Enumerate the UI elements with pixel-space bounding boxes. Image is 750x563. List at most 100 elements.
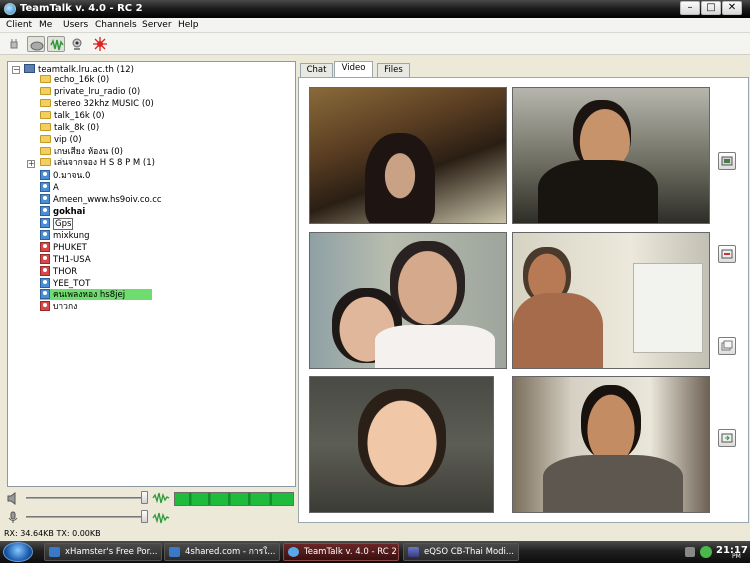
user-item[interactable]: 0.มาจน.0 [40,170,90,181]
user-icon [40,194,50,204]
video-window-icon [721,156,733,166]
channel-item[interactable]: stereo 32khz MUSIC (0) [40,99,154,110]
network-tray-icon[interactable] [700,546,712,558]
user-icon [40,230,50,240]
folder-icon [40,111,51,119]
webcam-icon [72,38,82,50]
video-participant-body [543,455,683,512]
detach-video-button[interactable] [718,337,736,355]
video-participant [365,133,435,223]
channel-item[interactable]: talk_16k (0) [40,111,105,122]
tab-files[interactable]: Files [377,63,410,77]
taskbar-item-eqso[interactable]: eQSO CB-Thai Modi... [403,543,519,561]
menu-users[interactable]: Users [63,20,88,30]
collapse-root-toggle[interactable]: − [12,66,20,74]
voice-activation-button[interactable] [47,36,65,52]
user-item-talking[interactable]: คนเพลงหอง hs8jej [40,289,152,300]
speakers-button[interactable] [27,36,45,52]
channel-tree[interactable]: − teamtalk.lru.ac.th (12) echo_16k (0) p… [7,61,296,487]
channel-item[interactable]: เกษเสียง ห้องน (0) [40,147,123,158]
user-item[interactable]: Gps [40,218,74,230]
folder-icon [40,147,51,155]
video-participant-body [538,160,658,223]
video-feed[interactable] [309,87,507,224]
browser-icon [49,547,60,557]
channel-item[interactable]: echo_16k (0) [40,75,109,86]
detach-window-icon [721,340,733,351]
close-button[interactable]: ✕ [722,1,742,15]
tab-video[interactable]: Video [334,61,373,78]
folder-icon [40,75,51,83]
video-layout-button[interactable] [718,152,736,170]
speaker-icon [30,41,44,51]
menu-channels[interactable]: Channels [95,20,137,30]
taskbar-item-teamtalk[interactable]: TeamTalk v. 4.0 - RC 2 [283,543,399,561]
video-feed[interactable] [309,232,507,369]
user-muted-icon [40,254,50,264]
video-feed[interactable] [309,376,494,513]
taskbar-item-browser[interactable]: xHamster's Free Por... [44,543,162,561]
tray-icon[interactable] [685,547,695,557]
remove-video-button[interactable] [718,245,736,263]
user-item[interactable]: THOR [40,266,77,277]
user-icon [40,278,50,288]
teamtalk-app-icon [4,3,16,15]
menu-me[interactable]: Me [39,20,52,30]
channel-item[interactable]: private_lru_radio (0) [40,87,140,98]
menu-client[interactable]: Client [6,20,32,30]
video-feed[interactable] [512,232,710,369]
desktop-share-button[interactable] [91,36,109,52]
user-item[interactable]: gokhai [40,206,85,217]
channel-item[interactable]: vip (0) [40,135,82,146]
maximize-button[interactable]: □ [701,1,721,15]
menu-server[interactable]: Server [142,20,172,30]
mic-gain-slider-track[interactable] [26,516,148,518]
desktop-share-icon [93,37,107,51]
minimize-button[interactable]: – [680,1,700,15]
volume-slider-track[interactable] [26,497,148,499]
add-video-button[interactable] [718,429,736,447]
taskbar-item-browser[interactable]: 4shared.com - การใ... [164,543,280,561]
video-participant [358,389,446,487]
user-item[interactable]: YEE_TOT [40,278,90,289]
user-item[interactable]: PHUKET [40,242,87,253]
user-icon [40,289,50,299]
start-button[interactable] [3,542,33,562]
video-feed[interactable] [512,87,710,224]
plug-icon [10,39,18,49]
title-bar: TeamTalk v. 4.0 - RC 2 – □ ✕ [0,0,750,18]
voice-activation-level-icon [152,512,170,524]
mic-gain-slider-thumb[interactable] [141,510,148,523]
tab-chat[interactable]: Chat [300,63,333,77]
user-item[interactable]: mixkung [40,230,90,241]
user-icon [40,218,50,228]
toolbar [0,33,750,55]
video-participant [390,241,465,326]
video-remove-icon [721,249,733,259]
system-clock[interactable]: 21:17 PM [716,545,748,560]
video-participant [581,385,641,460]
video-feed[interactable] [512,376,710,513]
user-icon [40,170,50,180]
browser-icon [169,547,180,557]
voice-activation-icon [50,38,64,51]
speaker-volume-icon [7,492,16,505]
menu-help[interactable]: Help [178,20,199,30]
window-title: TeamTalk v. 4.0 - RC 2 [20,3,143,14]
voice-level-icon [152,492,170,504]
expand-channel-toggle[interactable]: + [27,160,35,168]
user-item[interactable]: Ameen_www.hs9oiv.co.cc [40,194,162,205]
user-item[interactable]: บาวกง [40,301,77,312]
folder-icon [40,87,51,95]
channel-item[interactable]: talk_8k (0) [40,123,99,134]
connect-button[interactable] [5,36,23,52]
webcam-button[interactable] [68,36,86,52]
volume-slider-thumb[interactable] [141,491,148,504]
server-root-node[interactable]: teamtalk.lru.ac.th (12) [24,64,134,75]
video-monitor [633,263,703,353]
user-item[interactable]: A [40,182,59,193]
user-muted-icon [40,301,50,311]
user-item[interactable]: TH1-USA [40,254,91,265]
menu-bar: Client Me Users Channels Server Help [0,18,750,33]
channel-item[interactable]: เล่นจากจอง H S 8 P M (1) [40,158,155,169]
